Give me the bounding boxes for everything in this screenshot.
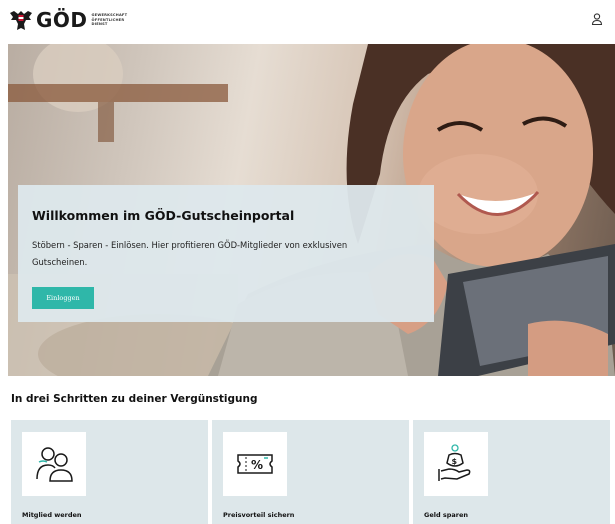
- site-header: GÖD GEWERKSCHAFT ÖFFENTLICHER DIENST: [0, 0, 615, 44]
- step-label: Mitglied werden: [22, 511, 82, 519]
- step-card-membership[interactable]: Mitglied werden: [11, 420, 208, 524]
- welcome-text: Stöbern - Sparen - Einlösen. Hier profit…: [32, 240, 348, 267]
- step-label: Preisvorteil sichern: [223, 511, 295, 519]
- logo-sub-line: DIENST: [91, 22, 108, 27]
- login-button[interactable]: Einloggen: [32, 287, 94, 309]
- step-label: Geld sparen: [424, 511, 469, 519]
- welcome-title: Willkommen im GÖD-Gutscheinportal: [32, 208, 295, 223]
- step-icon-box: $: [424, 432, 488, 496]
- goed-logo[interactable]: GÖD GEWERKSCHAFT ÖFFENTLICHER DIENST: [8, 8, 127, 32]
- money-hand-icon: $: [438, 444, 471, 481]
- step-card-saving[interactable]: $ Geld sparen: [413, 420, 610, 524]
- logo-text: GÖD: [36, 8, 88, 32]
- steps-title: In drei Schritten zu deiner Vergünstigun…: [11, 393, 258, 405]
- users-icon: [36, 447, 73, 482]
- logo-subtitle: GEWERKSCHAFT ÖFFENTLICHER DIENST: [92, 13, 128, 27]
- hero-banner: Willkommen im GÖD-Gutscheinportal Stöber…: [8, 44, 615, 376]
- step-icon-box: %: [223, 432, 287, 496]
- voucher-icon: %: [237, 454, 273, 474]
- user-icon[interactable]: [590, 12, 604, 26]
- svg-text:$: $: [452, 457, 458, 466]
- welcome-card: Willkommen im GÖD-Gutscheinportal Stöber…: [18, 185, 434, 322]
- step-card-voucher[interactable]: % Preisvorteil sichern: [212, 420, 409, 524]
- svg-text:%: %: [251, 458, 263, 472]
- step-icon-box: [22, 432, 86, 496]
- eagle-icon: [10, 11, 32, 30]
